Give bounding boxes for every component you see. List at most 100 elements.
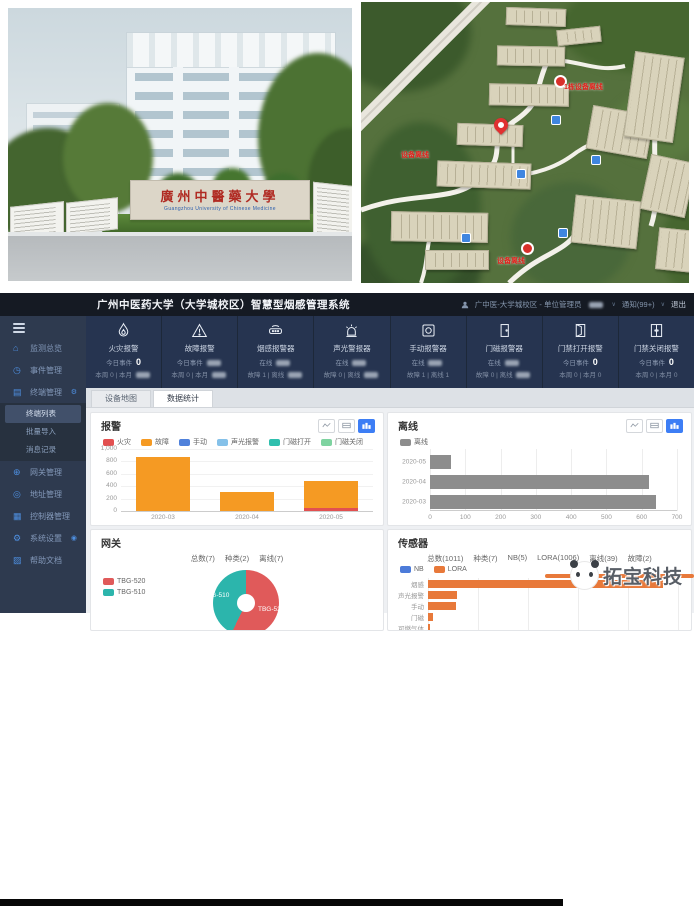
photo-strip: 廣州中醫藥大學 Guangzhou University of Chinese … — [0, 0, 694, 293]
tab-device-map[interactable]: 设备地图 — [91, 390, 151, 407]
legend-item[interactable]: 故障 — [141, 437, 169, 447]
chart-toolbar — [626, 419, 683, 433]
legend-swatch — [434, 566, 445, 573]
menu-collapse-icon[interactable] — [13, 323, 25, 333]
stat-line-1: 在线 — [488, 357, 521, 367]
y-tick-label: 600 — [93, 470, 117, 477]
stat-cards-row: 火灾报警今日事件 0本周 0 | 本月 故障报警今日事件 本周 0 | 本月 烟… — [86, 316, 694, 388]
sidebar-item-8[interactable]: ▨帮助文档 — [0, 549, 86, 571]
y-tick-label: 800 — [93, 457, 117, 464]
watermark: 拓宝科技 — [545, 556, 694, 606]
fire-icon — [115, 322, 132, 340]
dooropen-icon — [572, 322, 589, 340]
alarm-chart-title: 报警 — [101, 418, 121, 433]
doorclose-icon — [648, 322, 665, 340]
stat-card-label: 门禁关闭报警 — [634, 343, 679, 354]
x-tick-label: 400 — [566, 514, 577, 521]
redacted-value — [505, 360, 519, 366]
map-device-marker[interactable] — [591, 155, 601, 165]
stat-card-8[interactable]: 门禁关闭报警今日事件 0本周 0 | 本月 0 — [619, 316, 694, 388]
sidebar-item-7[interactable]: ⚙系统设置◉ — [0, 527, 86, 549]
stat-line-2: 故障 1 | 离线 1 — [407, 369, 449, 379]
header-right: 广中医-大学城校区 - 单位管理员 ∨ 通知(99+) ∨ 退出 — [461, 299, 694, 310]
line-chart-button[interactable] — [626, 419, 643, 433]
sidebar-item-5[interactable]: ◎地址管理 — [0, 483, 86, 505]
stat-line-2: 故障 0 | 离线 — [324, 369, 381, 379]
legend-item[interactable]: TBG-520 — [103, 578, 145, 585]
legend-item[interactable]: 声光报警 — [217, 437, 259, 447]
panda-logo-icon — [571, 562, 598, 589]
bar — [428, 624, 430, 631]
legend-item[interactable]: 门磁关闭 — [321, 437, 363, 447]
redacted-value — [364, 372, 378, 378]
legend-item[interactable]: 手动 — [179, 437, 207, 447]
stat-card-label: 手动报警器 — [409, 343, 447, 354]
stat-text: 总数(1011) — [427, 553, 463, 564]
legend-swatch — [179, 439, 190, 446]
legend-item[interactable]: LORA — [434, 566, 467, 573]
category-label: 门磁 — [390, 612, 424, 622]
sidebar-subitem[interactable]: 终端列表 — [5, 405, 81, 423]
sidebar-item-3[interactable]: ▤终端管理⚙ — [0, 381, 86, 403]
map-alert-marker[interactable] — [521, 242, 534, 255]
tab-data-stats[interactable]: 数据统计 — [153, 390, 213, 407]
gear-icon[interactable]: ⚙ — [71, 388, 77, 396]
line-chart-button[interactable] — [318, 419, 335, 433]
doormag-icon — [496, 322, 513, 340]
sidebar-item-2[interactable]: ◷事件管理 — [0, 359, 86, 381]
category-label: 手动 — [390, 601, 424, 611]
stat-text: NB(5) — [508, 553, 528, 564]
map-alert-label: 1栋设备离线 — [564, 82, 603, 92]
bar-chart-button[interactable] — [666, 419, 683, 433]
chevron-down-icon[interactable]: ∨ — [611, 301, 615, 308]
map-device-marker[interactable] — [558, 228, 568, 238]
map-building — [457, 123, 524, 147]
legend-item[interactable]: 离线 — [400, 437, 428, 447]
legend-swatch — [217, 439, 228, 446]
sidebar-item-label: 控制器管理 — [30, 511, 70, 522]
sidebar-item-6[interactable]: ▦控制器管理 — [0, 505, 86, 527]
bar-segment — [304, 481, 358, 508]
map-device-marker[interactable] — [461, 233, 471, 243]
sidebar-item-1[interactable]: ⌂监测总览 — [0, 337, 86, 359]
table-view-button[interactable] — [338, 419, 355, 433]
table-view-button[interactable] — [646, 419, 663, 433]
stat-card-2[interactable]: 故障报警今日事件 本周 0 | 本月 — [162, 316, 238, 388]
gridline — [677, 449, 678, 511]
stat-line-2: 本周 0 | 本月 — [171, 369, 228, 379]
sidebar-submenu: 终端列表批量导入消息记录 — [0, 403, 86, 461]
offline-chart-panel: 离线 离线 01002003004005006007002020-052020-… — [387, 412, 692, 526]
bar-chart-button[interactable] — [358, 419, 375, 433]
stat-card-label: 火灾报警 — [109, 343, 139, 354]
user-name[interactable]: 广中医-大学城校区 - 单位管理员 — [475, 299, 582, 310]
slice-label: TBG-520 — [258, 606, 284, 613]
stat-card-6[interactable]: 门磁报警器在线 故障 0 | 离线 — [467, 316, 543, 388]
map-building — [655, 227, 689, 275]
map-device-marker[interactable] — [516, 169, 526, 179]
bar — [430, 455, 451, 469]
offline-chart-title: 离线 — [398, 418, 418, 433]
notifications[interactable]: 通知(99+) — [622, 299, 655, 310]
siren-icon — [343, 322, 360, 340]
logout-button[interactable]: 退出 — [671, 299, 686, 310]
legend-item[interactable]: 门磁打开 — [269, 437, 311, 447]
stat-card-1[interactable]: 火灾报警今日事件 0本周 0 | 本月 — [86, 316, 162, 388]
stat-card-5[interactable]: 手动报警器在线 故障 1 | 离线 1 — [391, 316, 467, 388]
map-device-marker[interactable] — [551, 115, 561, 125]
stat-line-1: 今日事件 0 — [639, 357, 674, 367]
sidebar-item-4[interactable]: ⊕网关管理 — [0, 461, 86, 483]
screenshot-edge — [0, 899, 563, 906]
chevron-down-icon[interactable]: ∨ — [661, 301, 665, 308]
app-title: 广州中医药大学（大学城校区）智慧型烟感管理系统 — [0, 297, 350, 312]
sidebar-item-label: 事件管理 — [30, 365, 62, 376]
sidebar-subitem[interactable]: 批量导入 — [0, 423, 86, 441]
stat-card-4[interactable]: 声光警报器在线 故障 0 | 离线 — [314, 316, 390, 388]
stat-card-7[interactable]: 门禁打开报警今日事件 0本周 0 | 本月 0 — [543, 316, 619, 388]
info-icon[interactable]: ◉ — [71, 534, 77, 542]
stat-card-label: 故障报警 — [185, 343, 215, 354]
legend-item[interactable]: NB — [400, 566, 424, 573]
legend-swatch — [400, 566, 411, 573]
sidebar-subitem[interactable]: 消息记录 — [0, 441, 86, 459]
legend-item[interactable]: TBG-510 — [103, 589, 145, 596]
stat-card-3[interactable]: 烟感报警器在线 故障 1 | 离线 — [238, 316, 314, 388]
